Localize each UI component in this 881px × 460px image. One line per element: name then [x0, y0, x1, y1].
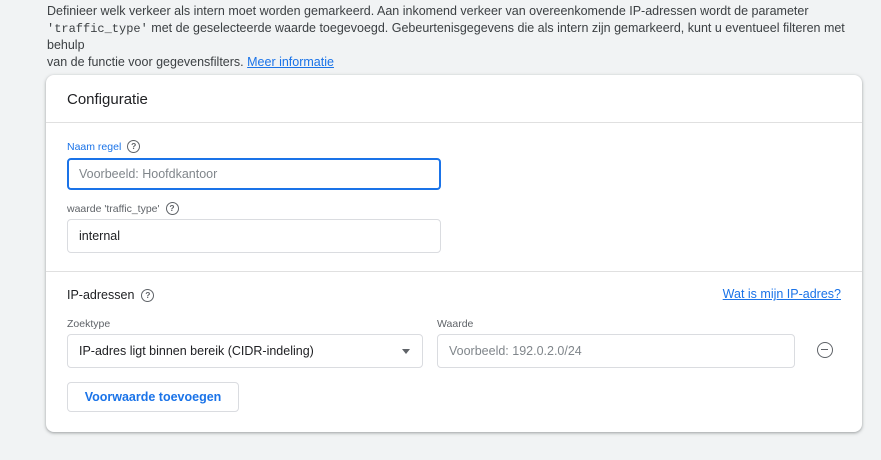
rule-name-label: Naam regel ? — [67, 140, 141, 153]
card-header-divider — [46, 122, 862, 123]
intro-line-2: met de geselecteerde waarde toegevoegd. … — [47, 20, 845, 53]
configuration-card: Configuratie Naam regel ? waarde 'traffi… — [46, 75, 862, 432]
ip-section-title: IP-adressen ? — [67, 288, 155, 302]
traffic-type-input[interactable] — [67, 219, 441, 253]
dropdown-arrow-icon — [402, 349, 410, 354]
intro-text: Definieer welk verkeer als intern moet w… — [47, 3, 867, 70]
intro-line-1: Definieer welk verkeer als intern moet w… — [47, 4, 809, 18]
help-icon[interactable]: ? — [127, 140, 141, 153]
match-type-value: IP-adres ligt binnen bereik (CIDR-indeli… — [79, 344, 314, 358]
ip-section-title-text: IP-adressen — [67, 288, 135, 302]
intro-code: 'traffic_type' — [47, 21, 148, 36]
learn-more-link[interactable]: Meer informatie — [247, 55, 334, 69]
rule-name-input[interactable] — [67, 158, 441, 190]
help-icon[interactable]: ? — [165, 202, 179, 215]
help-icon[interactable]: ? — [141, 288, 155, 302]
rule-name-label-text: Naam regel — [67, 140, 122, 153]
remove-condition-icon[interactable] — [817, 342, 833, 358]
add-condition-button[interactable]: Voorwaarde toevoegen — [67, 382, 239, 412]
what-is-my-ip-link[interactable]: Wat is mijn IP-adres? — [723, 287, 841, 301]
traffic-type-label: waarde 'traffic_type' ? — [67, 202, 179, 215]
section-divider — [46, 271, 862, 272]
match-type-label: Zoektype — [67, 318, 111, 330]
intro-line-3: van de functie voor gegevensfilters. — [47, 54, 248, 69]
match-type-select[interactable]: IP-adres ligt binnen bereik (CIDR-indeli… — [67, 334, 423, 368]
ip-value-input[interactable] — [437, 334, 795, 368]
value-label: Waarde — [437, 318, 474, 330]
traffic-type-label-text: waarde 'traffic_type' — [67, 202, 160, 215]
card-title: Configuratie — [67, 91, 148, 108]
